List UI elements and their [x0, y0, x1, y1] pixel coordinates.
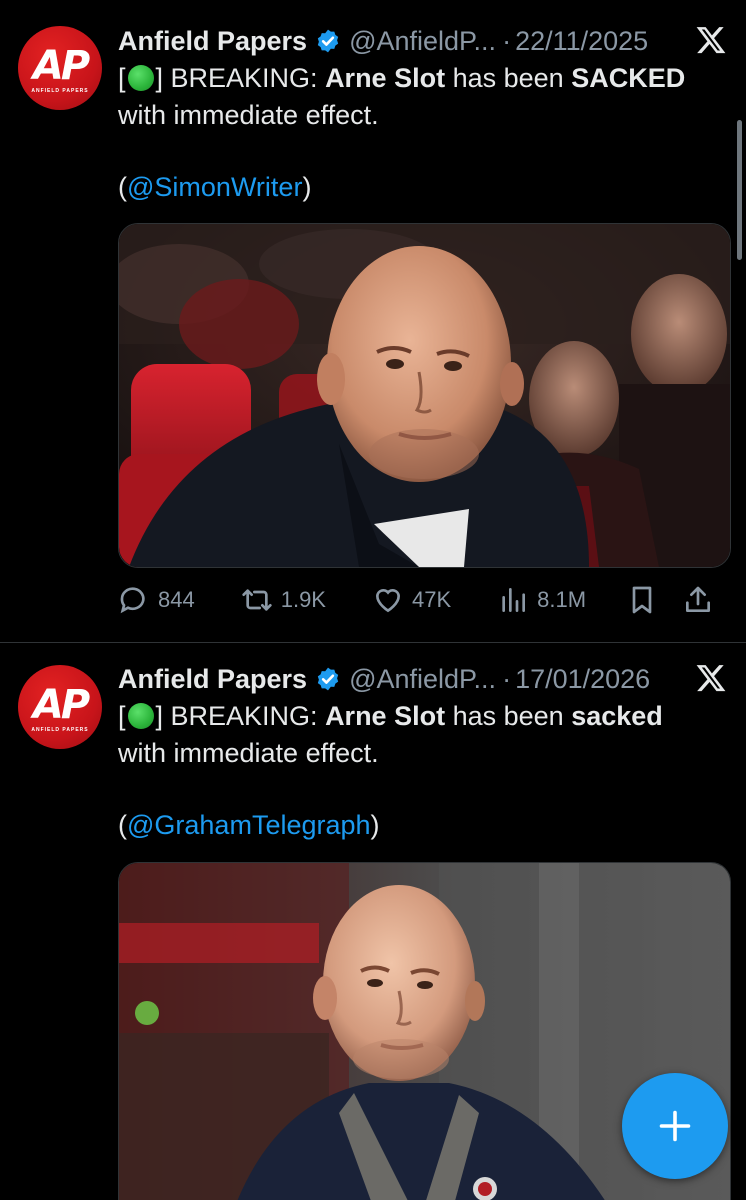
credit-open: ( [118, 810, 127, 840]
share-icon [686, 586, 711, 612]
credit-close: ) [370, 810, 380, 840]
tweet-1[interactable]: AP ANFIELD PAPERS Anfield Papers @Anfiel… [0, 0, 746, 643]
tweet-text-line-2: with immediate effect. [118, 738, 379, 768]
reply-count: 844 [158, 587, 195, 612]
text-mid: has been [445, 701, 572, 731]
scrollbar[interactable] [737, 120, 742, 260]
tweet-text-line-1: [ ] BREAKING: Arne Slot has been sacked [118, 698, 716, 735]
green-circle-emoji-icon [127, 703, 154, 729]
x-logo-icon [696, 27, 726, 54]
repost-icon [242, 589, 272, 611]
compose-button[interactable] [622, 1073, 728, 1179]
like-button[interactable]: 47K [372, 584, 451, 616]
tweet-header: Anfield Papers @AnfieldP... · 17/01/2026 [118, 660, 728, 698]
share-button[interactable] [682, 584, 714, 616]
repost-count: 1.9K [280, 587, 326, 612]
tweet-image[interactable] [118, 223, 731, 568]
bookmark-button[interactable] [626, 584, 658, 616]
author-name[interactable]: Anfield Papers [118, 26, 307, 57]
separator-dot: · [502, 25, 512, 56]
tweet-text: [ ] BREAKING: Arne Slot has been SACKED w… [118, 60, 716, 134]
reply-icon [120, 587, 145, 614]
breaking-label: ] BREAKING: [155, 63, 326, 93]
verified-badge-icon [317, 29, 339, 53]
tweet-credit: (@SimonWriter) [118, 172, 311, 203]
avatar-logo-text: AP [32, 43, 90, 89]
reply-button[interactable]: 844 [118, 584, 195, 616]
breaking-label: ] BREAKING: [155, 701, 326, 731]
avatar[interactable]: AP ANFIELD PAPERS [18, 665, 102, 749]
views-button[interactable]: 8.1M [497, 584, 586, 616]
x-logo-icon [696, 665, 726, 692]
views-count: 8.1M [537, 587, 587, 612]
mention-link[interactable]: @GrahamTelegraph [127, 810, 371, 840]
avatar-logo-subtext: ANFIELD PAPERS [31, 88, 89, 94]
like-icon [375, 588, 400, 613]
avatar[interactable]: AP ANFIELD PAPERS [18, 26, 102, 110]
bracket-open: [ [118, 63, 126, 93]
avatar-logo-text: AP [32, 682, 90, 728]
bold-verb: SACKED [571, 63, 686, 93]
credit-close: ) [302, 172, 312, 202]
bookmark-icon [632, 586, 652, 614]
tweet-actions: 844 1.9K 47K 8.1M [118, 582, 728, 618]
tweet-credit: (@GrahamTelegraph) [118, 810, 380, 841]
avatar-logo-subtext: ANFIELD PAPERS [31, 727, 89, 733]
green-circle-emoji-icon [127, 65, 154, 91]
bold-name: Arne Slot [325, 63, 446, 93]
tweet-text: [ ] BREAKING: Arne Slot has been sacked w… [118, 698, 716, 772]
tweet-text-line-1: [ ] BREAKING: Arne Slot has been SACKED [118, 60, 716, 97]
mention-link[interactable]: @SimonWriter [127, 172, 302, 202]
photo-arne-slot-stadium-seats [119, 224, 730, 567]
tweet-date[interactable]: 22/11/2025 [515, 26, 648, 57]
author-handle[interactable]: @AnfieldP... [349, 664, 496, 695]
compose-plus-icon [659, 1110, 691, 1142]
text-mid: has been [445, 63, 572, 93]
tweet-header: Anfield Papers @AnfieldP... · 22/11/2025 [118, 22, 728, 60]
like-count: 47K [411, 587, 452, 612]
views-icon [502, 588, 526, 612]
repost-button[interactable]: 1.9K [241, 584, 326, 616]
credit-open: ( [118, 172, 127, 202]
author-name[interactable]: Anfield Papers [118, 664, 307, 695]
bold-name: Arne Slot [325, 701, 446, 731]
bracket-open: [ [118, 701, 126, 731]
timeline-feed: AP ANFIELD PAPERS Anfield Papers @Anfiel… [0, 0, 746, 1200]
verified-badge-icon [317, 667, 339, 691]
tweet-date[interactable]: 17/01/2026 [515, 664, 650, 695]
bold-verb: sacked [571, 701, 663, 731]
separator-dot: · [502, 663, 512, 694]
author-handle[interactable]: @AnfieldP... [349, 26, 496, 57]
tweet-text-line-2: with immediate effect. [118, 100, 379, 130]
